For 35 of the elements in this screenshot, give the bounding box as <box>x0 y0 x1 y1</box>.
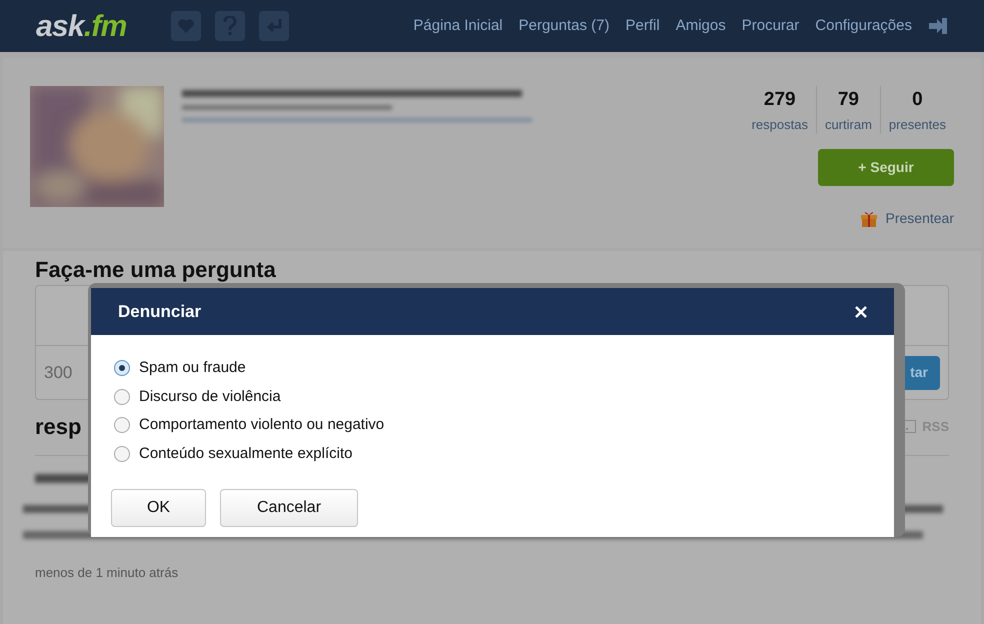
logo-text: ask <box>36 8 84 44</box>
option-label: Discurso de violência <box>139 386 281 406</box>
stat-value: 0 <box>912 88 923 112</box>
gift-icon <box>860 210 878 228</box>
dialog-button[interactable]: Cancelar <box>220 489 358 527</box>
nav-link[interactable]: Perguntas (7) <box>518 14 610 38</box>
radio-button[interactable] <box>114 446 130 462</box>
follow-button[interactable]: + Seguir <box>818 149 954 186</box>
nav-link[interactable]: Perfil <box>626 14 660 38</box>
option-label: Conteúdo sexualmente explícito <box>139 444 352 464</box>
radio-button[interactable] <box>114 360 130 376</box>
gift-link[interactable]: Presentear <box>886 208 954 229</box>
dialog-title: Denunciar <box>118 300 202 323</box>
section-heading: resp <box>35 413 82 441</box>
radio-button[interactable] <box>114 417 130 434</box>
stat-value: 279 <box>764 88 796 112</box>
question-icon[interactable] <box>214 11 245 41</box>
radio-button[interactable] <box>114 388 130 405</box>
stat-label: respostas <box>752 116 808 134</box>
section-heading: Faça-me uma pergunta <box>35 257 277 283</box>
nav-link[interactable]: Procurar <box>742 14 800 38</box>
dialog-button[interactable]: OK <box>111 489 206 527</box>
stat-label: presentes <box>888 116 946 134</box>
option-label: Spam ou fraude <box>139 358 246 378</box>
stat-value: 79 <box>838 88 859 112</box>
answer-time: menos de 1 minuto atrás <box>35 565 178 580</box>
option-label: Comportamento violento ou negativo <box>139 415 384 435</box>
nav-link[interactable]: Amigos <box>676 14 726 38</box>
close-icon[interactable] <box>855 306 867 318</box>
stat-label: curtiram <box>824 116 872 134</box>
character-counter: 300 <box>44 362 72 384</box>
logout-icon[interactable] <box>928 17 948 35</box>
nav-link[interactable]: Configurações <box>815 14 912 38</box>
nav-link[interactable]: Página Inicial <box>413 14 503 38</box>
logo-text: .fm <box>84 8 127 44</box>
